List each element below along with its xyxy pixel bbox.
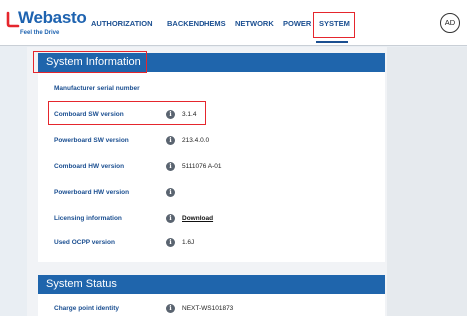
info-icon[interactable]: i <box>166 304 175 313</box>
info-icon[interactable]: i <box>166 214 175 223</box>
info-row-comboard-hw: Comboard HW version i 5111076 A-01 <box>38 161 385 175</box>
nav-item-backend[interactable]: BACKEND <box>167 19 205 28</box>
info-value: 1.6J <box>182 239 195 246</box>
comboard-sw-version-highlight <box>48 101 206 125</box>
info-label: Licensing information <box>54 215 122 222</box>
info-label: Powerboard HW version <box>54 189 130 196</box>
info-label: Powerboard SW version <box>54 137 129 144</box>
nav-item-power[interactable]: POWER <box>283 19 311 28</box>
system-status-card: System Status Charge point identity i NE… <box>38 275 385 316</box>
user-avatar[interactable]: AD <box>440 13 460 33</box>
download-link[interactable]: Download <box>182 215 213 222</box>
info-icon[interactable]: i <box>166 188 175 197</box>
system-information-card: System Information Manufacturer serial n… <box>38 53 385 262</box>
nav-item-authorization[interactable]: AUTHORIZATION <box>91 19 153 28</box>
info-icon[interactable]: i <box>166 136 175 145</box>
info-row-licensing: Licensing information i Download <box>38 213 385 227</box>
active-tab-indicator <box>316 41 348 43</box>
info-icon[interactable]: i <box>166 162 175 171</box>
nav-item-hems[interactable]: HEMS <box>204 19 226 28</box>
right-panel-background <box>387 47 467 316</box>
info-icon[interactable]: i <box>166 238 175 247</box>
info-row-ocpp-version: Used OCPP version i 1.6J <box>38 237 385 251</box>
brand-name: Webasto <box>18 8 87 27</box>
webasto-logo[interactable]: Webasto Feel the Drive <box>6 7 87 41</box>
system-status-title: System Status <box>38 275 385 294</box>
info-label: Comboard HW version <box>54 163 125 170</box>
system-information-highlight <box>33 51 147 73</box>
info-value: 213.4.0.0 <box>182 137 210 144</box>
nav-item-network[interactable]: NETWORK <box>235 19 274 28</box>
info-value: 5111076 A-01 <box>182 163 222 170</box>
info-row-powerboard-hw: Powerboard HW version i <box>38 187 385 201</box>
system-tab-highlight <box>313 12 355 38</box>
info-label: Manufacturer serial number <box>54 85 140 92</box>
status-label: Charge point identity <box>54 305 119 312</box>
info-label: Used OCPP version <box>54 239 115 246</box>
top-navigation-bar: Webasto Feel the Drive AUTHORIZATION BAC… <box>0 0 467 46</box>
status-row-charge-point-identity: Charge point identity i NEXT-WS101873 <box>38 303 385 316</box>
info-row-manufacturer-serial: Manufacturer serial number <box>38 83 385 97</box>
brand-tagline: Feel the Drive <box>20 30 60 36</box>
status-value: NEXT-WS101873 <box>182 305 234 312</box>
info-row-powerboard-sw: Powerboard SW version i 213.4.0.0 <box>38 135 385 149</box>
